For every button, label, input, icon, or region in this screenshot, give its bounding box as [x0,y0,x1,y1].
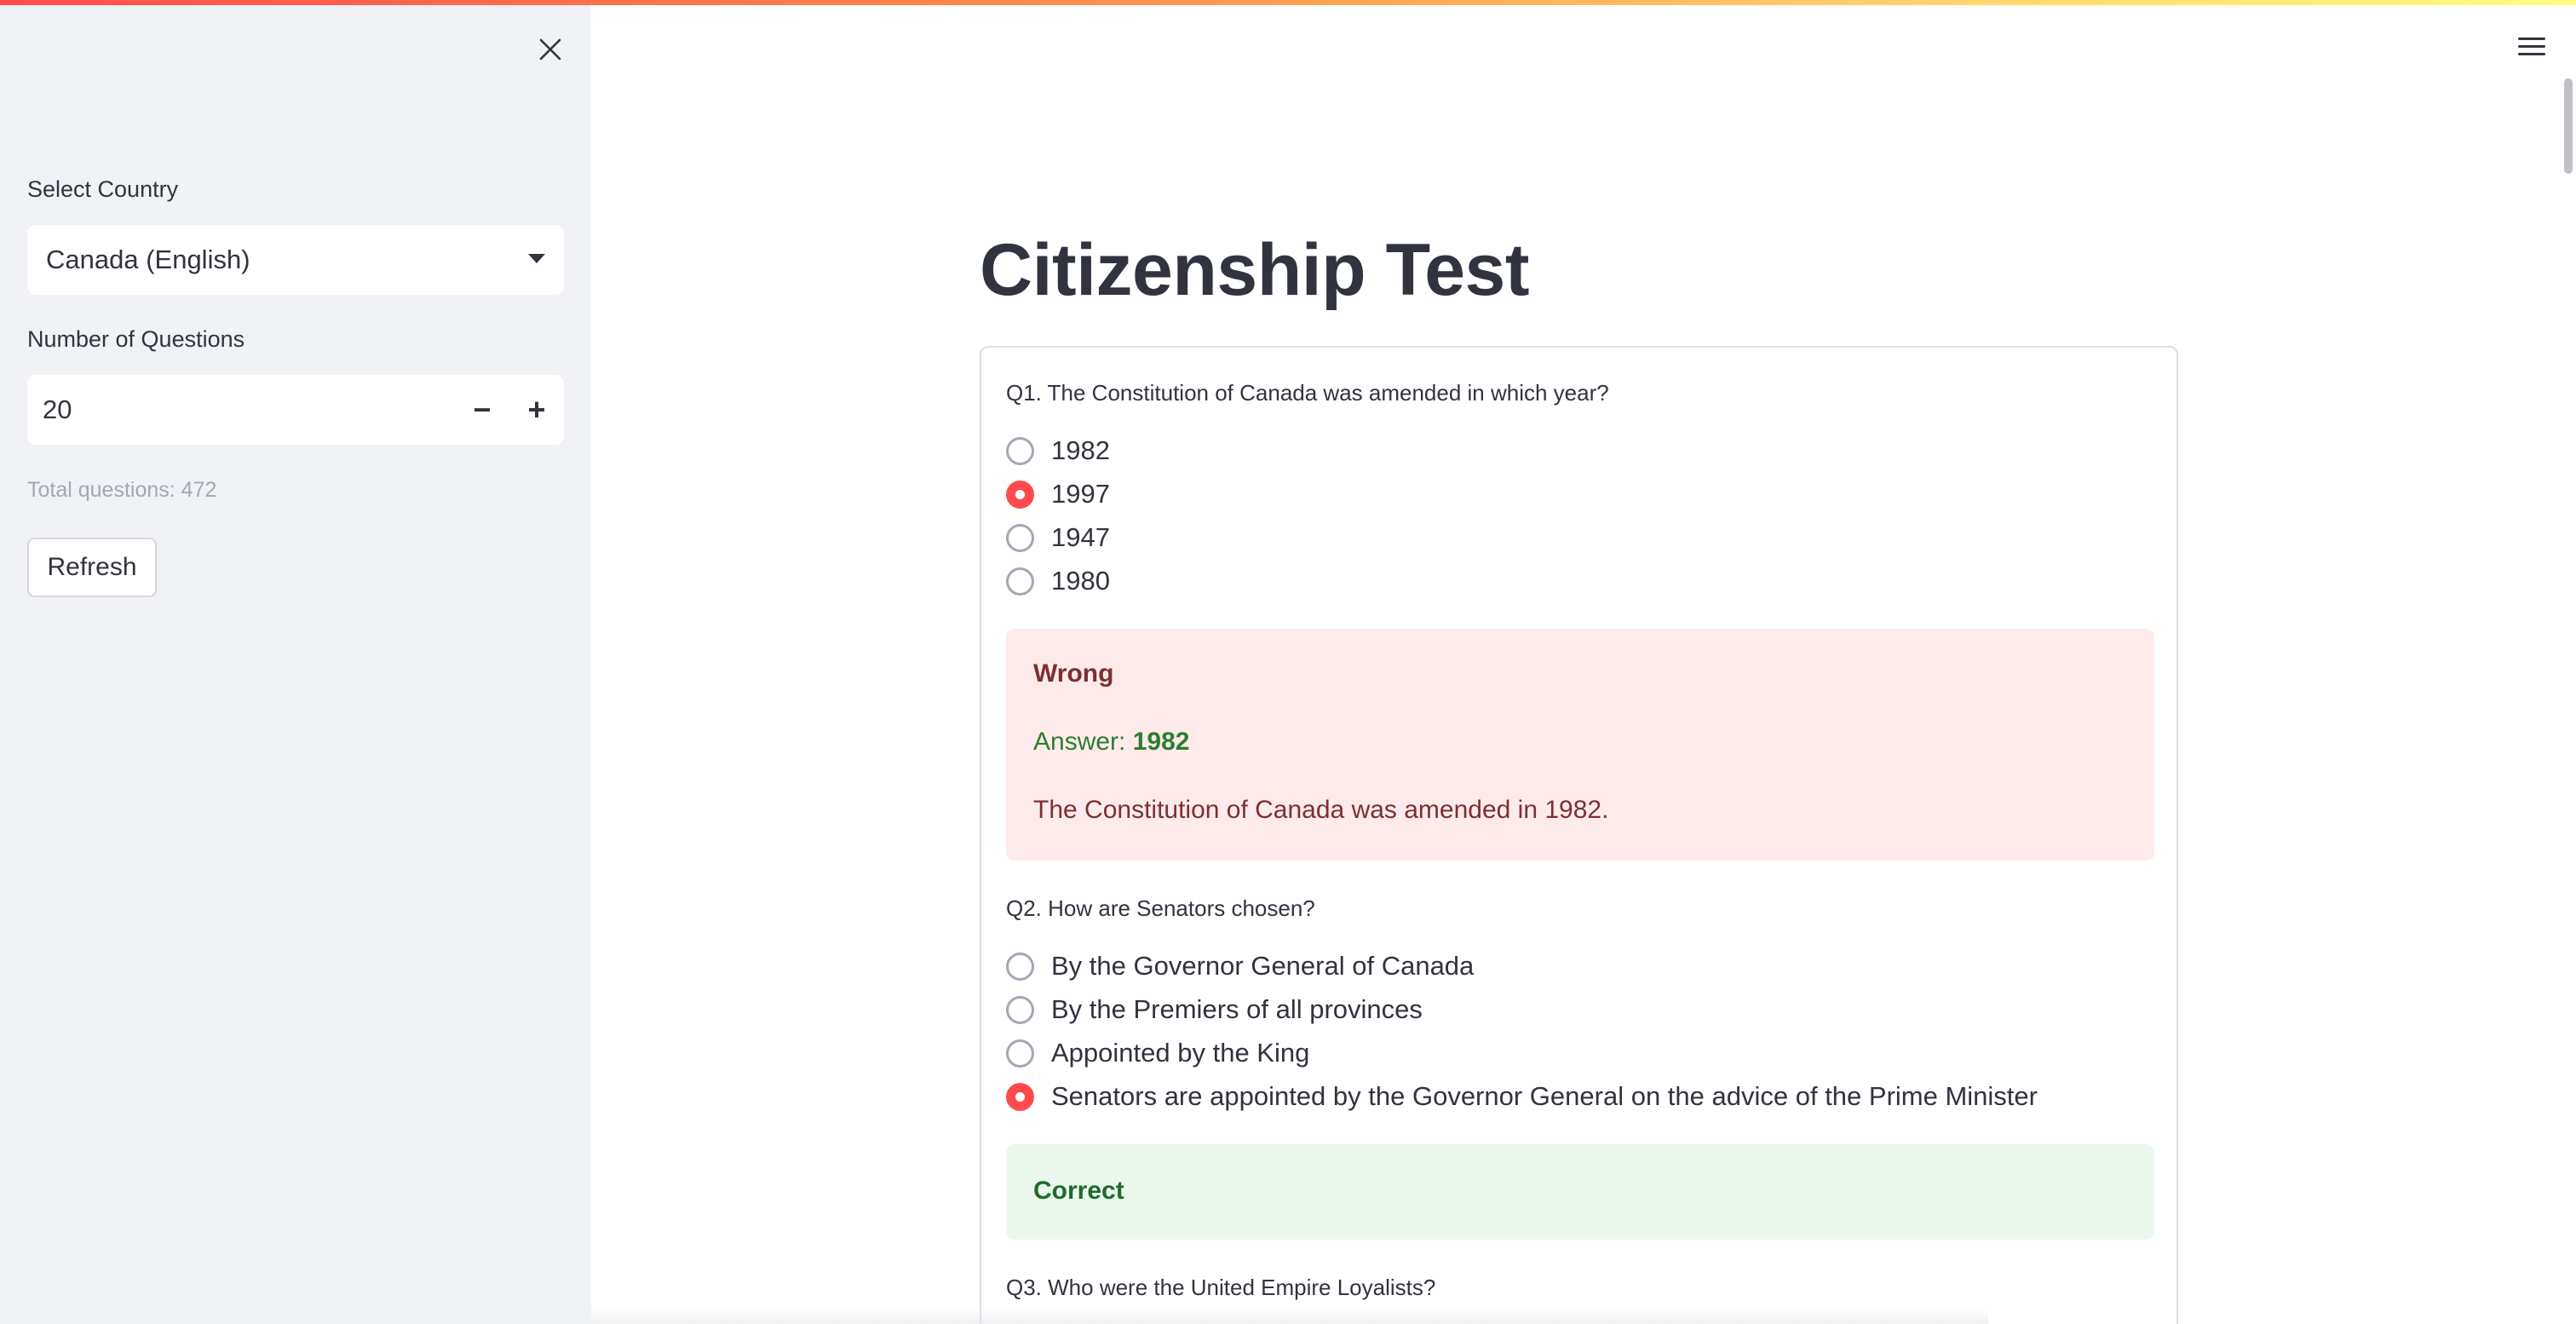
option-label: By the Governor General of Canada [1051,951,1475,981]
sidebar: Select Country Canada (English) Number o… [0,0,591,1324]
option-label: 1980 [1051,566,1110,596]
q2-option-4[interactable]: Senators are appointed by the Governor G… [1006,1081,2038,1112]
q2-feedback-correct: Correct [1006,1144,2154,1240]
bottom-scroll-fade [591,1308,1988,1324]
radio-selected-icon[interactable] [1006,1082,1034,1111]
feedback-status: Wrong [1033,659,1114,688]
total-questions-text: Total questions: 472 [27,478,217,502]
chevron-down-icon [528,254,545,263]
option-label: 1997 [1051,479,1110,509]
country-select-value: Canada (English) [46,245,250,274]
sidebar-close-button[interactable] [533,32,567,66]
question-1-text: Q1. The Constitution of Canada was amend… [1006,380,1609,406]
radio-selected-icon[interactable] [1006,480,1034,509]
question-3-text: Q3. Who were the United Empire Loyalists… [1006,1275,1436,1300]
page-title: Citizenship Test [980,229,1530,311]
question-2-text: Q2. How are Senators chosen? [1006,895,1315,921]
hamburger-menu-icon[interactable] [2518,29,2552,63]
top-decoration-bar [0,0,2576,5]
option-label: 1982 [1051,435,1110,465]
q1-option-1[interactable]: 1982 [1006,435,1110,466]
q1-feedback-wrong: Wrong Answer: 1982 The Constitution of C… [1006,629,2154,861]
q2-option-1[interactable]: By the Governor General of Canada [1006,951,1474,981]
decrement-button[interactable]: − [455,375,509,445]
question-count-stepper: 20 − + [27,375,564,445]
question-count-label: Number of Questions [27,326,245,352]
radio-icon[interactable] [1006,523,1034,552]
country-select[interactable]: Canada (English) [27,225,564,295]
answer-value: 1982 [1132,728,1190,756]
question-count-input[interactable]: 20 [27,394,455,425]
radio-icon[interactable] [1006,436,1034,465]
country-select-label: Select Country [27,176,179,202]
option-label: By the Premiers of all provinces [1051,994,1423,1024]
radio-icon[interactable] [1006,1039,1034,1068]
option-label: 1947 [1051,522,1110,552]
radio-icon[interactable] [1006,952,1034,981]
radio-icon[interactable] [1006,995,1034,1024]
answer-prefix: Answer: [1033,728,1133,756]
option-label: Appointed by the King [1051,1038,1310,1068]
feedback-answer: Answer: 1982 [1033,728,1189,757]
increment-button[interactable]: + [509,375,564,445]
close-icon [539,38,561,60]
refresh-button[interactable]: Refresh [27,538,157,597]
feedback-explanation: The Constitution of Canada was amended i… [1033,796,1609,824]
q1-option-2[interactable]: 1997 [1006,479,1110,509]
feedback-status: Correct [1033,1177,1124,1205]
q1-option-4[interactable]: 1980 [1006,566,1110,596]
option-label: Senators are appointed by the Governor G… [1051,1081,2038,1111]
radio-icon[interactable] [1006,567,1034,596]
q2-option-3[interactable]: Appointed by the King [1006,1038,1309,1068]
q1-option-3[interactable]: 1947 [1006,522,1110,553]
scrollbar[interactable] [2564,78,2573,174]
q2-option-2[interactable]: By the Premiers of all provinces [1006,994,1423,1025]
